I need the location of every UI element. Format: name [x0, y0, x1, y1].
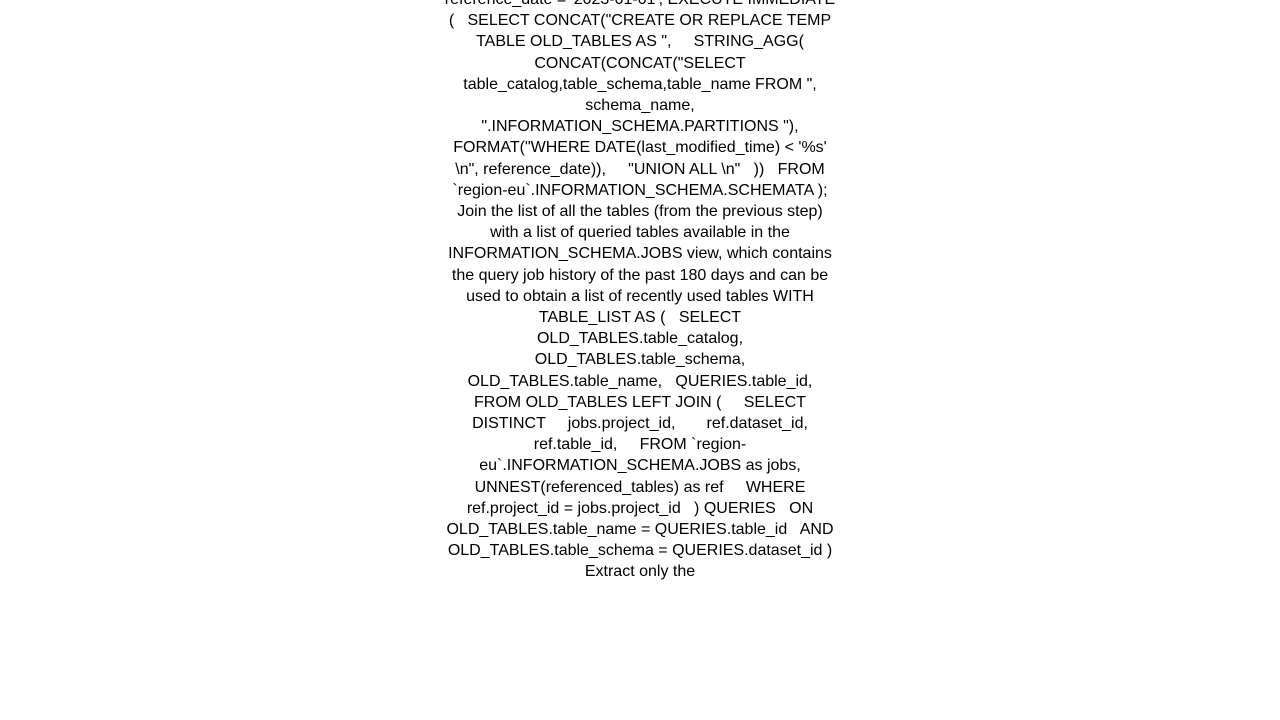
page-root: reference_date = '2023-01-01'; EXECUTE I…: [0, 0, 1280, 720]
sql-instruction-text-block: reference_date = '2023-01-01'; EXECUTE I…: [445, 0, 835, 581]
